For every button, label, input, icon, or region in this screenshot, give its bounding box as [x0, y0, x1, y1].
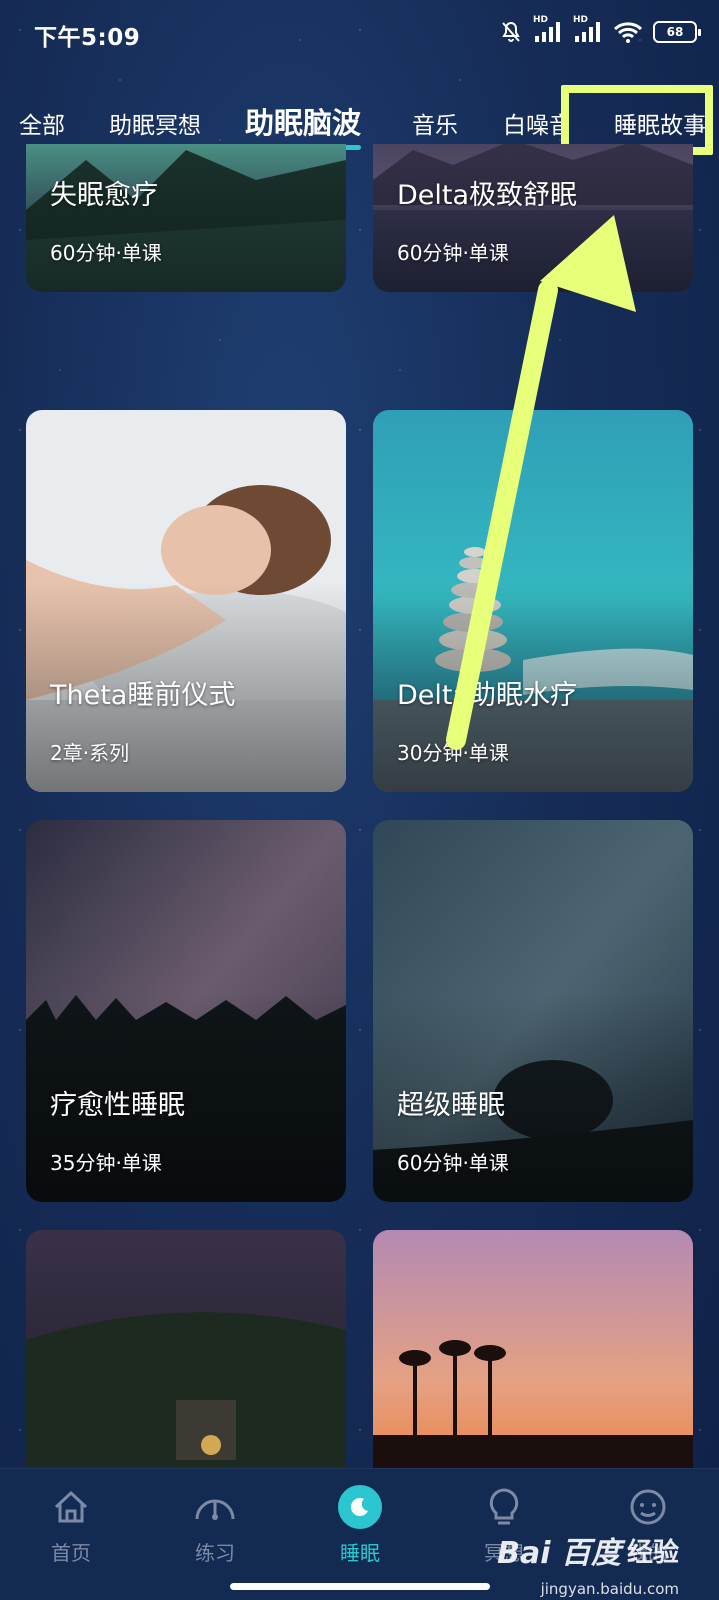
nav-sleep[interactable]: 睡眠 [310, 1485, 410, 1585]
card-shade [373, 410, 693, 792]
card-castle-night[interactable] [26, 1230, 346, 1468]
battery-icon: 68 [653, 21, 701, 43]
card-super-sleep[interactable]: 超级睡眠 60分钟·单课 [373, 820, 693, 1202]
card-meta: 30分钟·单课 [397, 741, 509, 765]
signal-icon: HD [573, 15, 603, 43]
card-meta: 35分钟·单课 [50, 1151, 162, 1175]
signal-icon: HD [533, 15, 563, 43]
bell-muted-icon [499, 20, 523, 44]
castle-night-image [26, 1230, 346, 1468]
baidu-jingyan-watermark: Bai 百度 经验 [497, 1528, 679, 1572]
card-theta-bedtime-ritual[interactable]: Theta睡前仪式 2章·系列 [26, 410, 346, 792]
bottom-navigation: 首页 练习 睡眠 冥想 我的 Bai 百度 经验 jingyan.baidu.c… [0, 1468, 719, 1600]
home-indicator[interactable] [230, 1583, 490, 1590]
watermark-url: jingyan.baidu.com [540, 1580, 679, 1598]
card-delta-sleep-hydrotherapy[interactable]: Delta助眠水疗 30分钟·单课 [373, 410, 693, 792]
lightbulb-icon [482, 1485, 526, 1529]
card-meta: 2章·系列 [50, 741, 130, 765]
card-title: 疗愈性睡眠 [50, 1090, 185, 1121]
tab-label: 助眠脑波 [245, 106, 362, 140]
card-insomnia-healing[interactable]: 失眠愈疗 60分钟·单课 [26, 144, 346, 292]
card-title: Theta睡前仪式 [50, 680, 236, 711]
card-shade [26, 410, 346, 792]
tab-all[interactable]: 全部 [19, 106, 65, 140]
card-shade [373, 144, 693, 292]
tab-sleep-meditation[interactable]: 助眠冥想 [109, 106, 201, 140]
tab-white-noise[interactable]: 白噪音 [503, 106, 569, 140]
card-meta: 60分钟·单课 [397, 241, 509, 265]
signal-hd-label: HD [573, 15, 589, 25]
wifi-icon [613, 21, 643, 43]
tab-sleep-brainwave[interactable]: 助眠脑波 [245, 100, 362, 150]
status-time: 下午5:09 [34, 25, 141, 51]
home-icon [49, 1485, 93, 1529]
watermark-logo: Bai 百度 [497, 1536, 621, 1571]
status-bar: 下午5:09 HD HD 68 [0, 0, 719, 66]
signal-hd-label: HD [533, 15, 549, 25]
card-title: 超级睡眠 [397, 1090, 505, 1121]
battery-level: 68 [666, 25, 684, 39]
nav-label: 练习 [195, 1541, 235, 1565]
card-shade [373, 820, 693, 1202]
nav-label: 首页 [51, 1541, 91, 1565]
palm-sunset-image [373, 1230, 693, 1468]
gauge-icon [193, 1485, 237, 1529]
card-delta-ultimate-sleep[interactable]: Delta极致舒眠 60分钟·单课 [373, 144, 693, 292]
card-palm-sunset[interactable] [373, 1230, 693, 1468]
card-title: 失眠愈疗 [50, 180, 158, 211]
profile-icon [626, 1485, 670, 1529]
nav-practice[interactable]: 练习 [165, 1485, 265, 1585]
nav-label: 睡眠 [340, 1541, 380, 1565]
status-icons: HD HD 68 [499, 15, 701, 46]
tab-music[interactable]: 音乐 [412, 106, 458, 140]
card-title: Delta极致舒眠 [397, 180, 578, 211]
card-shade [26, 820, 346, 1202]
card-title: Delta助眠水疗 [397, 680, 578, 711]
nav-home[interactable]: 首页 [21, 1485, 121, 1585]
content-grid: 失眠愈疗 60分钟·单课 Delta极致舒眠 60分钟·单课 Theta睡前仪式… [0, 144, 719, 1468]
watermark-text: 经验 [626, 1537, 679, 1568]
card-meta: 60分钟·单课 [397, 1151, 509, 1175]
card-healing-sleep[interactable]: 疗愈性睡眠 35分钟·单课 [26, 820, 346, 1202]
card-shade [26, 144, 346, 292]
moon-icon [338, 1485, 382, 1529]
card-meta: 60分钟·单课 [50, 241, 162, 265]
